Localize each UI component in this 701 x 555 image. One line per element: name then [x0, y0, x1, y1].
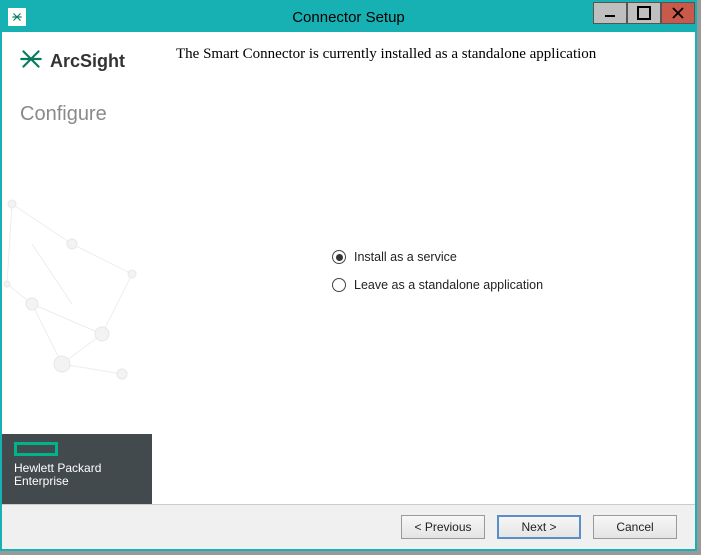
- options-group: Install as a service Leave as a standalo…: [332, 250, 543, 306]
- app-icon: [8, 8, 26, 26]
- cancel-button[interactable]: Cancel: [593, 515, 677, 539]
- title-bar: Connector Setup: [2, 2, 695, 32]
- maximize-button[interactable]: [627, 2, 661, 24]
- main-panel: The Smart Connector is currently install…: [152, 32, 695, 504]
- previous-button[interactable]: < Previous: [401, 515, 485, 539]
- sidebar: ArcSight Configure: [2, 32, 152, 504]
- option-label: Install as a service: [354, 250, 457, 264]
- hpe-logo-icon: [14, 442, 58, 456]
- option-leave-standalone[interactable]: Leave as a standalone application: [332, 278, 543, 292]
- radio-icon: [332, 278, 346, 292]
- page-headline: The Smart Connector is currently install…: [176, 46, 671, 63]
- footer-bar: < Previous Next > Cancel: [2, 504, 695, 549]
- option-label: Leave as a standalone application: [354, 278, 543, 292]
- decorative-network-icon: [2, 184, 152, 384]
- next-button[interactable]: Next >: [497, 515, 581, 539]
- app-window: Connector Setup ArcSight Configure: [0, 0, 697, 551]
- vendor-panel: Hewlett Packard Enterprise: [2, 434, 152, 504]
- close-button[interactable]: [661, 2, 695, 24]
- arcsight-logo-icon: [18, 46, 44, 77]
- radio-icon: [332, 250, 346, 264]
- sidebar-subtitle: Configure: [18, 103, 142, 126]
- minimize-button[interactable]: [593, 2, 627, 24]
- brand-name: ArcSight: [50, 51, 125, 72]
- vendor-line-2: Enterprise: [14, 475, 140, 488]
- option-install-as-service[interactable]: Install as a service: [332, 250, 543, 264]
- window-title: Connector Setup: [2, 9, 695, 26]
